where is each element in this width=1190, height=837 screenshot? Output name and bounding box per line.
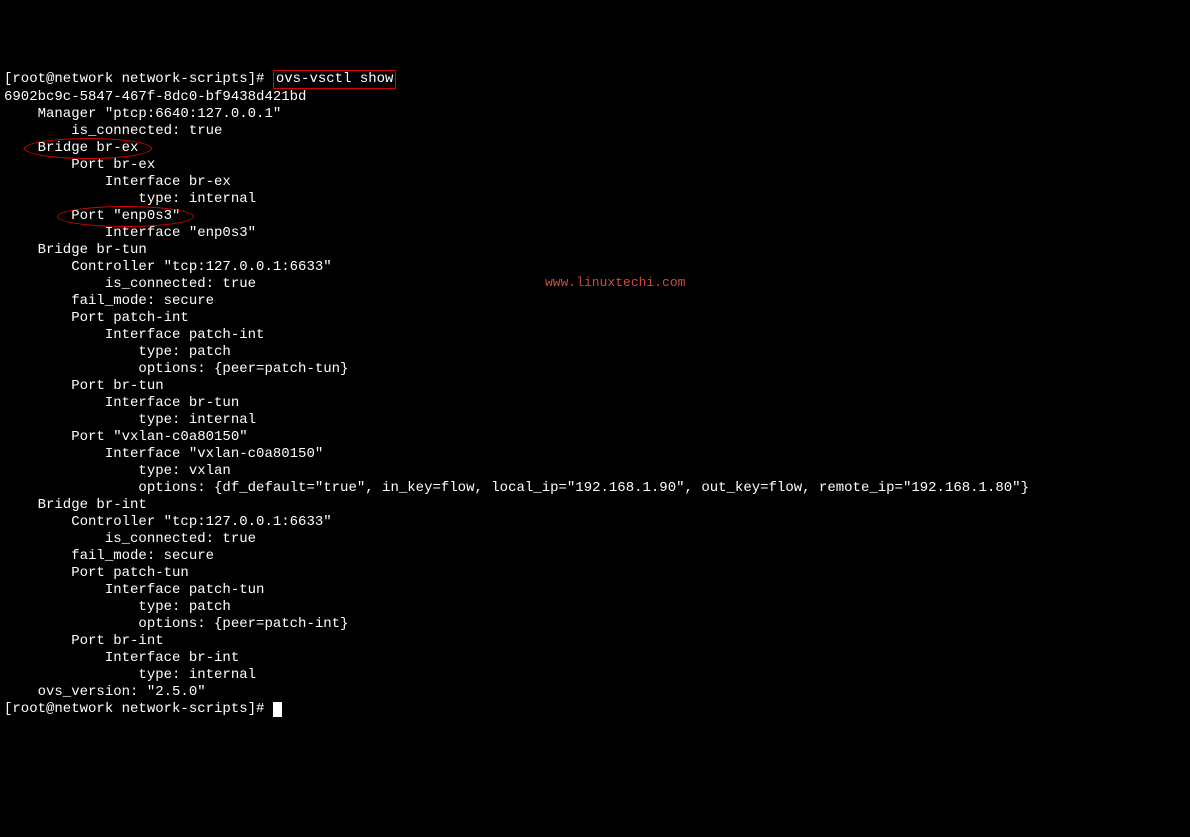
output-type-internal-1: type: internal bbox=[4, 191, 256, 207]
output-iface-brtun: Interface br-tun bbox=[4, 395, 239, 411]
output-port-patchint: Port patch-int bbox=[4, 310, 189, 326]
prompt-text-2: [root@network network-scripts]# bbox=[4, 701, 273, 717]
output-iface-brex: Interface br-ex bbox=[4, 174, 231, 190]
output-fail-brtun: fail_mode: secure bbox=[4, 293, 214, 309]
output-ctrl-brint: Controller "tcp:127.0.0.1:6633" bbox=[4, 514, 332, 530]
output-type-patch-2: type: patch bbox=[4, 599, 231, 615]
port-enp0s3-highlight: Port "enp0s3" bbox=[71, 208, 180, 225]
output-port-brint: Port br-int bbox=[4, 633, 164, 649]
output-uuid: 6902bc9c-5847-467f-8dc0-bf9438d421bd bbox=[4, 89, 306, 105]
output-bridge-brex-line: Bridge br-ex bbox=[4, 140, 138, 156]
output-manager-connected: is_connected: true bbox=[4, 123, 222, 139]
output-opts-patchint: options: {peer=patch-int} bbox=[4, 616, 348, 632]
prompt-line-2: [root@network network-scripts]# bbox=[4, 701, 282, 717]
output-opts-patchtun: options: {peer=patch-tun} bbox=[4, 361, 348, 377]
output-manager: Manager "ptcp:6640:127.0.0.1" bbox=[4, 106, 281, 122]
output-bridge-brtun: Bridge br-tun bbox=[4, 242, 147, 258]
output-port-brex: Port br-ex bbox=[4, 157, 155, 173]
prompt-text: [root@network network-scripts]# bbox=[4, 71, 273, 87]
output-port-enp-line: Port "enp0s3" bbox=[4, 208, 180, 224]
indent bbox=[4, 208, 71, 224]
command-highlight: ovs-vsctl show bbox=[273, 70, 397, 89]
output-iface-patchtun: Interface patch-tun bbox=[4, 582, 264, 598]
watermark-text: www.linuxtechi.com bbox=[545, 274, 685, 291]
output-ovs-version: ovs_version: "2.5.0" bbox=[4, 684, 206, 700]
output-type-patch-1: type: patch bbox=[4, 344, 231, 360]
output-ctrl-brtun-conn: is_connected: true bbox=[4, 276, 256, 292]
cursor-icon bbox=[273, 702, 282, 717]
output-type-vxlan: type: vxlan bbox=[4, 463, 231, 479]
output-fail-brint: fail_mode: secure bbox=[4, 548, 214, 564]
output-iface-vxlan: Interface "vxlan-c0a80150" bbox=[4, 446, 323, 462]
output-port-patchtun: Port patch-tun bbox=[4, 565, 189, 581]
output-iface-enp: Interface "enp0s3" bbox=[4, 225, 256, 241]
output-port-brtun: Port br-tun bbox=[4, 378, 164, 394]
output-opts-vxlan: options: {df_default="true", in_key=flow… bbox=[4, 480, 1029, 496]
output-ctrl-brint-conn: is_connected: true bbox=[4, 531, 256, 547]
output-type-internal-2: type: internal bbox=[4, 412, 256, 428]
bridge-brex-highlight: Bridge br-ex bbox=[38, 140, 139, 157]
output-iface-patchint: Interface patch-int bbox=[4, 327, 264, 343]
output-type-internal-3: type: internal bbox=[4, 667, 256, 683]
output-ctrl-brtun: Controller "tcp:127.0.0.1:6633" bbox=[4, 259, 332, 275]
output-bridge-brint: Bridge br-int bbox=[4, 497, 147, 513]
terminal[interactable]: [root@network network-scripts]# ovs-vsct… bbox=[4, 70, 1186, 718]
output-port-vxlan: Port "vxlan-c0a80150" bbox=[4, 429, 248, 445]
indent bbox=[4, 140, 38, 156]
prompt-line-1: [root@network network-scripts]# ovs-vsct… bbox=[4, 71, 396, 87]
output-iface-brint: Interface br-int bbox=[4, 650, 239, 666]
